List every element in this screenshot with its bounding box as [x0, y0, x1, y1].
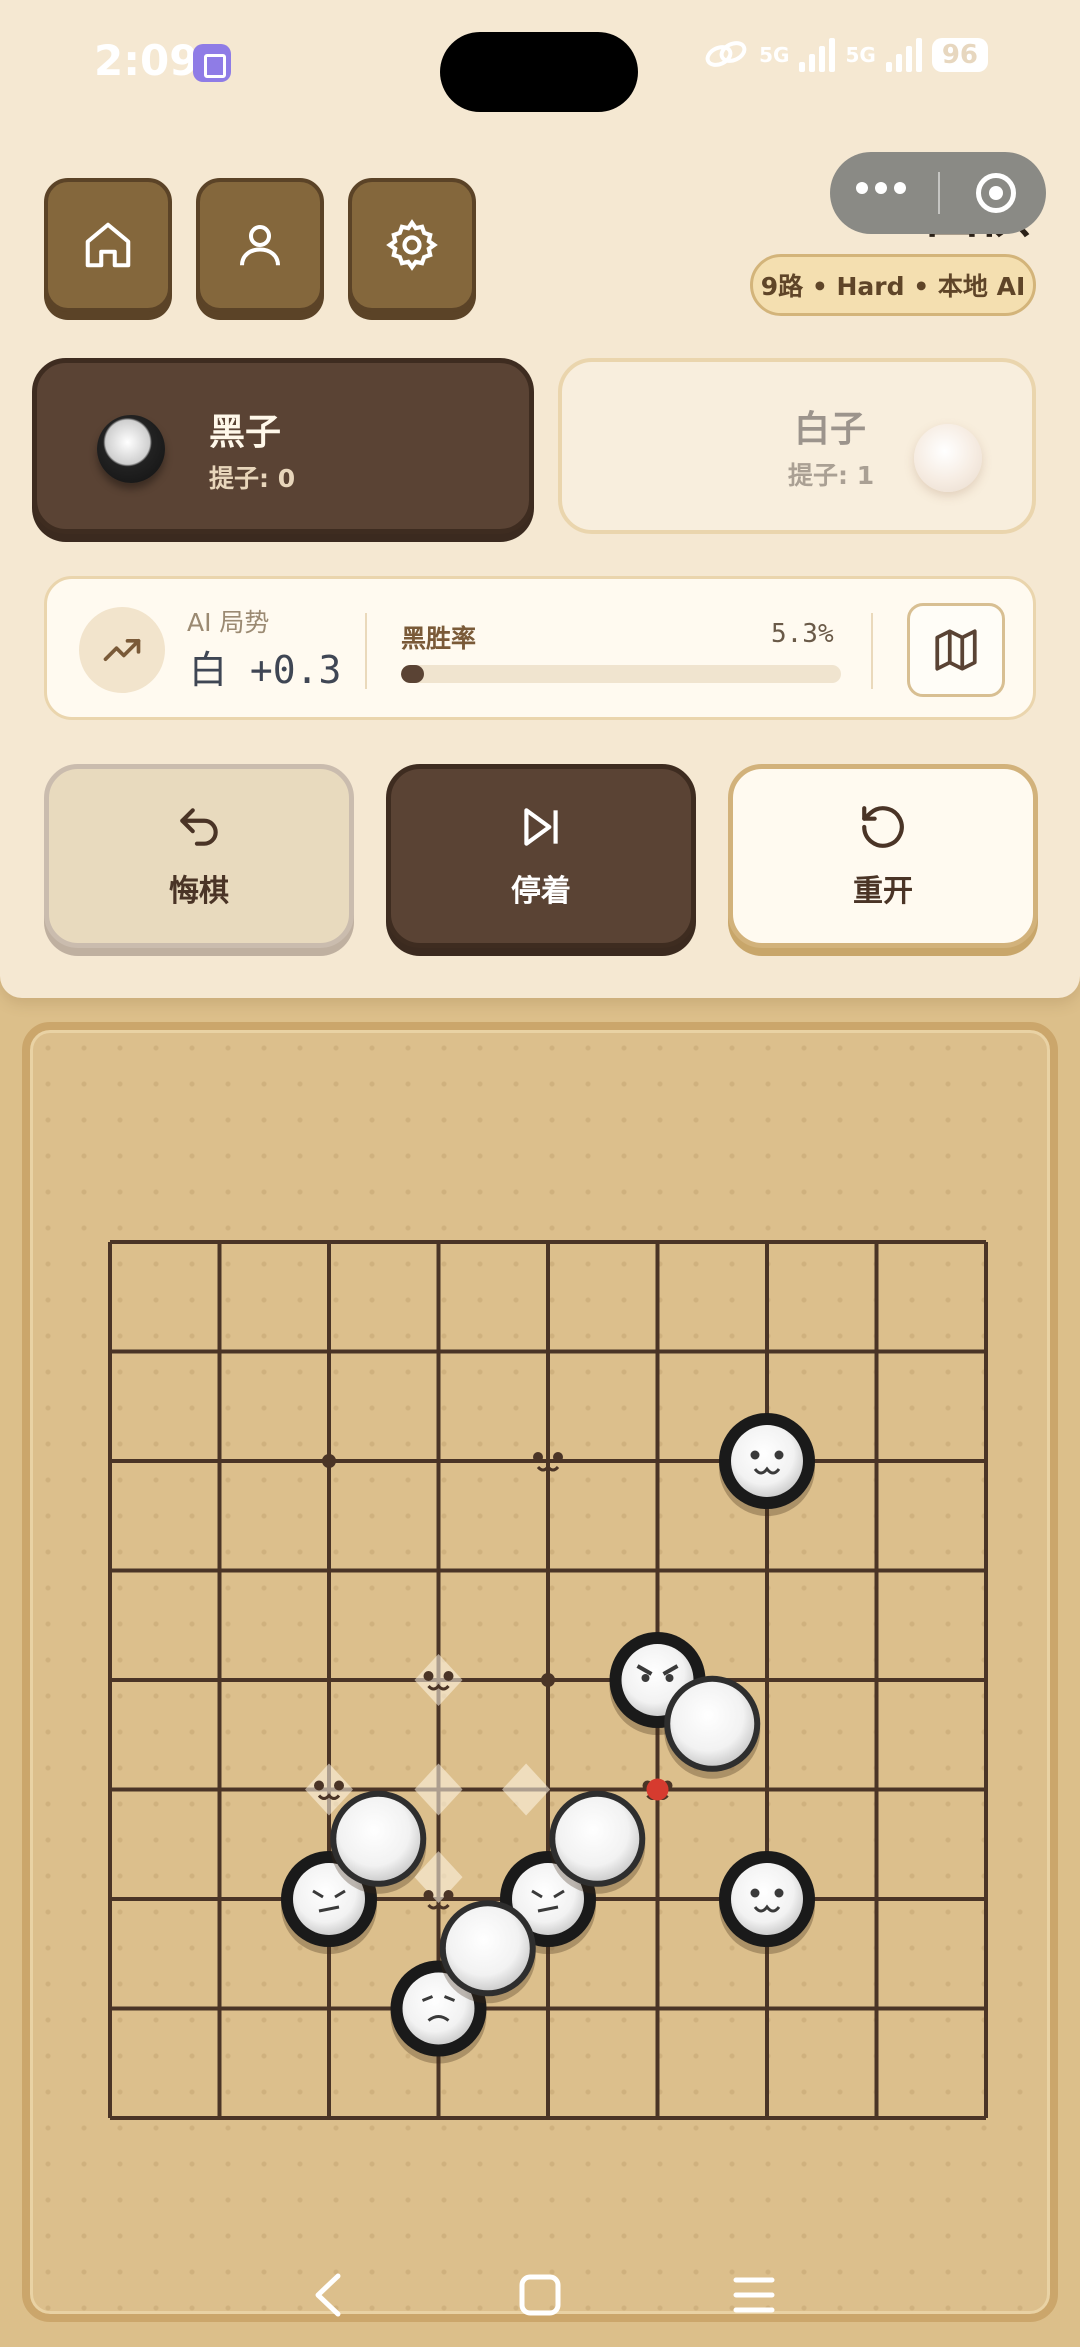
undo-label: 悔棋 — [169, 874, 229, 909]
white-stone — [664, 1675, 761, 1779]
close-target-icon[interactable] — [976, 173, 1016, 213]
settings-button[interactable] — [348, 178, 476, 312]
black-stone — [719, 1851, 815, 1954]
territory-marker — [502, 1763, 551, 1816]
star-point — [541, 1673, 555, 1687]
capsule-divider — [938, 172, 940, 214]
last-move-marker — [646, 1778, 669, 1801]
winrate-value: 5.3% — [771, 619, 834, 649]
winrate-bar — [401, 665, 841, 683]
white-stone — [330, 1790, 427, 1894]
app-indicator-icon — [193, 44, 231, 82]
territory-marker — [414, 1763, 463, 1816]
link-icon — [705, 41, 747, 67]
camera-cutout — [440, 32, 638, 112]
white-stone — [549, 1790, 646, 1894]
player-name-white: 白子 — [794, 409, 867, 450]
pass-icon — [524, 808, 558, 846]
board-canvas[interactable] — [30, 1030, 1050, 2314]
restart-icon — [862, 806, 904, 848]
undo-button[interactable]: 悔棋 — [44, 764, 354, 948]
trend-up-icon — [103, 639, 141, 661]
captures-white: 提子: 1 — [788, 461, 875, 490]
user-icon — [239, 224, 281, 266]
gear-icon — [386, 219, 438, 271]
map-icon — [935, 629, 977, 671]
winrate-bar-fill — [401, 665, 425, 683]
network-label-1: 5G — [759, 43, 790, 67]
home-button[interactable] — [44, 178, 172, 312]
system-nav-bar — [0, 2260, 1080, 2330]
signal-icon — [799, 38, 836, 72]
ai-status-label: AI 局势 — [187, 608, 270, 637]
pass-button[interactable]: 停着 — [386, 764, 696, 948]
status-time: 2:09 — [94, 36, 199, 85]
pass-label: 停着 — [511, 874, 571, 909]
network-label-2: 5G — [845, 43, 876, 67]
captures-black: 提子: 0 — [209, 464, 296, 493]
menu-icon[interactable] — [733, 2277, 775, 2313]
white-stone-icon — [914, 424, 982, 492]
player-card-black: 黑子 提子: 0 — [32, 358, 534, 534]
divider — [365, 613, 367, 689]
territory-map-button[interactable] — [907, 603, 1005, 697]
mini-program-capsule[interactable] — [830, 152, 1046, 234]
restart-button[interactable]: 重开 — [728, 764, 1038, 948]
profile-button[interactable] — [196, 178, 324, 312]
trend-badge — [79, 607, 165, 693]
ai-status-card: AI 局势 白 +0.3 黑胜率 5.3% — [44, 576, 1036, 720]
winrate-label: 黑胜率 — [401, 624, 477, 653]
more-options-icon[interactable] — [856, 182, 906, 194]
battery-indicator: 96 — [931, 38, 988, 72]
divider — [871, 613, 873, 689]
player-card-white: 白子 提子: 1 — [558, 358, 1036, 534]
home-icon — [85, 222, 131, 268]
top-panel: 2:09 5G 5G 96 围棋 — [0, 0, 1080, 998]
territory-marker — [414, 1654, 463, 1706]
go-board[interactable] — [22, 1022, 1058, 2322]
ai-score: 白 +0.3 — [189, 648, 342, 692]
restart-label: 重开 — [853, 874, 913, 909]
status-indicators: 5G 5G 96 — [703, 38, 988, 72]
white-stone — [439, 1900, 536, 2004]
player-name-black: 黑子 — [209, 412, 282, 453]
black-stone — [719, 1413, 815, 1516]
home-square-icon[interactable] — [519, 2274, 561, 2316]
back-icon[interactable] — [315, 2273, 341, 2317]
signal-icon — [885, 38, 922, 72]
game-mode-badge: 9路 • Hard • 本地 AI — [750, 254, 1036, 316]
star-point — [322, 1454, 336, 1468]
undo-icon — [180, 808, 218, 846]
black-stone-icon — [97, 415, 165, 483]
